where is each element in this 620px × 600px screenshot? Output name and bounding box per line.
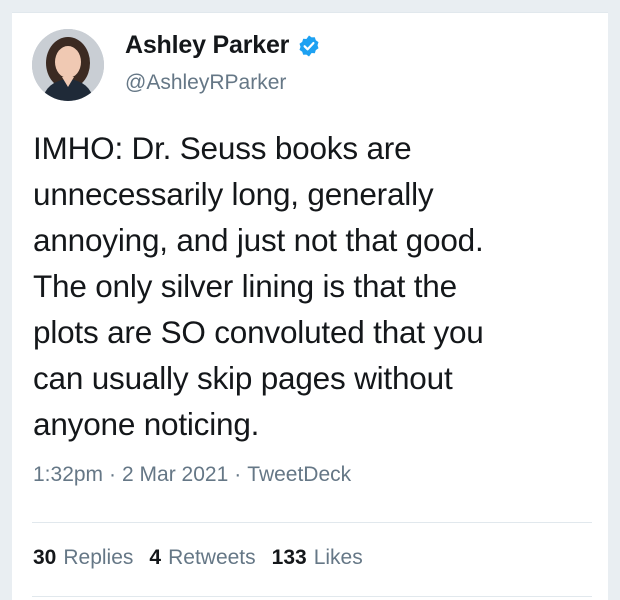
author-handle[interactable]: @AshleyRParker: [125, 71, 286, 95]
author-display-name[interactable]: Ashley Parker: [125, 31, 289, 60]
tweet-text-line: plots are SO convoluted that you: [33, 314, 484, 350]
meta-separator: ·: [234, 463, 242, 486]
divider: [32, 522, 592, 523]
author-name-row: Ashley Parker: [125, 31, 321, 60]
tweet-text-line: The only silver lining is that the: [33, 268, 457, 304]
tweet-text: IMHO: Dr. Seuss books are unnecessarily …: [33, 125, 593, 447]
retweets-count[interactable]: 4: [149, 546, 161, 570]
tweet-source[interactable]: TweetDeck: [247, 463, 351, 487]
tweet-time[interactable]: 1:32pm: [33, 463, 103, 487]
likes-count[interactable]: 133: [272, 546, 307, 570]
divider: [32, 596, 592, 597]
tweet-text-line: annoying, and just not that good.: [33, 222, 484, 258]
tweet-date[interactable]: 2 Mar 2021: [122, 463, 228, 487]
tweet-card: Ashley Parker @AshleyRParker IMHO: Dr. S…: [12, 12, 608, 600]
tweet-text-line: IMHO: Dr. Seuss books are: [33, 130, 412, 166]
avatar[interactable]: [32, 29, 104, 101]
replies-label[interactable]: Replies: [63, 546, 133, 570]
tweet-metadata: 1:32pm · 2 Mar 2021 · TweetDeck: [33, 463, 351, 487]
tweet-stats: 30 Replies 4 Retweets 133 Likes: [33, 546, 379, 570]
retweets-label[interactable]: Retweets: [168, 546, 256, 570]
likes-label[interactable]: Likes: [314, 546, 363, 570]
tweet-text-line: can usually skip pages without: [33, 360, 453, 396]
replies-count[interactable]: 30: [33, 546, 56, 570]
meta-separator: ·: [109, 463, 117, 486]
verified-badge-icon: [297, 34, 321, 58]
tweet-text-line: anyone noticing.: [33, 406, 260, 442]
tweet-text-line: unnecessarily long, generally: [33, 176, 434, 212]
